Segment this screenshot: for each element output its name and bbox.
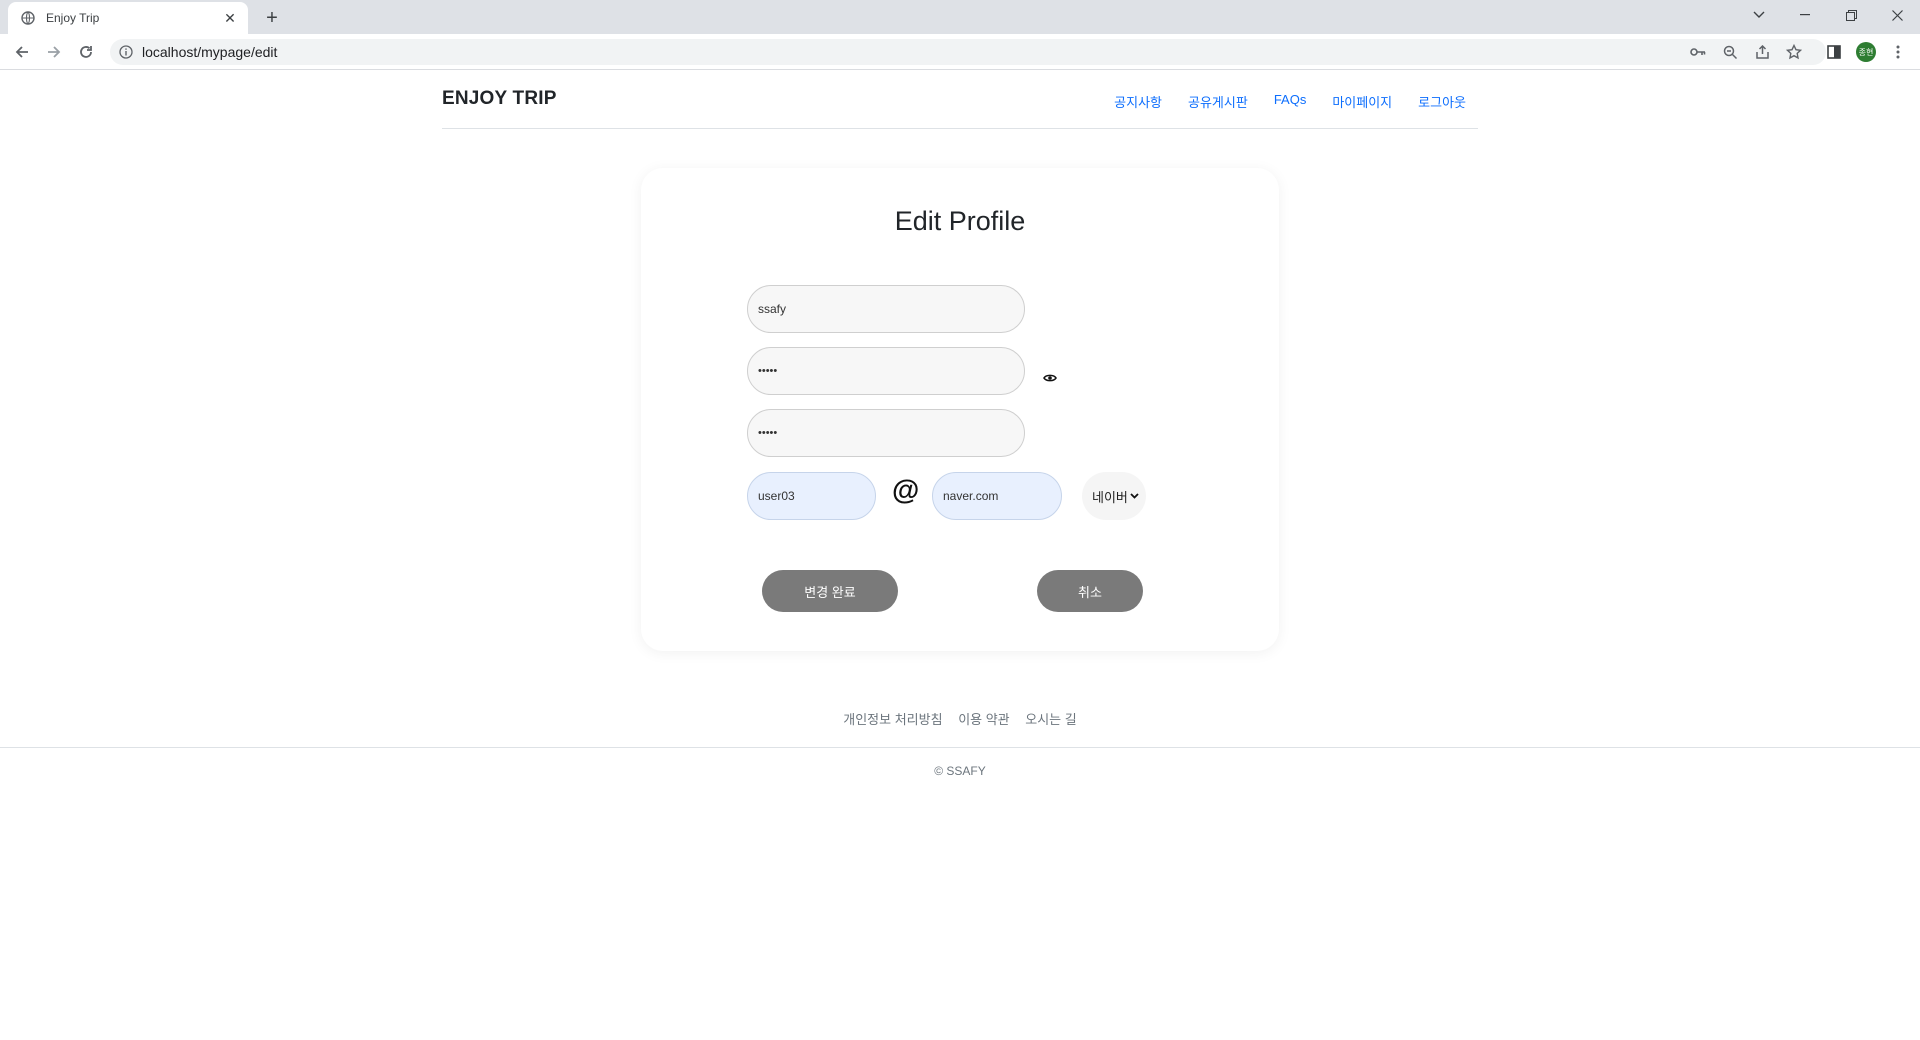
email-domain-select[interactable]: 네이버 — [1082, 472, 1146, 520]
user-id-field[interactable]: ssafy — [747, 285, 1025, 333]
back-icon[interactable] — [8, 38, 36, 66]
share-icon[interactable] — [1749, 39, 1775, 65]
forward-icon[interactable] — [40, 38, 68, 66]
email-id-field[interactable]: user03 — [747, 472, 876, 520]
page-title: Edit Profile — [894, 206, 1026, 236]
password-field[interactable]: ••••• — [747, 347, 1025, 395]
tab-close-icon[interactable]: ✕ — [222, 10, 238, 27]
key-icon[interactable] — [1685, 39, 1711, 65]
chevron-down-icon — [1130, 491, 1139, 502]
site-info-icon[interactable] — [118, 44, 134, 60]
tab-search-icon[interactable] — [1736, 0, 1782, 30]
menu-kebab-icon[interactable] — [1884, 38, 1912, 66]
minimize-icon[interactable] — [1782, 0, 1828, 30]
footer-link-privacy[interactable]: 개인정보 처리방침 — [843, 712, 942, 727]
cancel-button[interactable]: 취소 — [1037, 570, 1143, 612]
copyright: © SSAFY — [934, 764, 986, 778]
nav-board[interactable]: 공유게시판 — [1188, 92, 1248, 111]
nav-notice[interactable]: 공지사항 — [1114, 92, 1162, 111]
browser-tab-strip: Enjoy Trip ✕ + — [0, 0, 1920, 34]
footer-link-terms[interactable]: 이용 약관 — [958, 712, 1009, 727]
bookmark-star-icon[interactable] — [1781, 39, 1807, 65]
reload-icon[interactable] — [72, 38, 100, 66]
side-panel-icon[interactable] — [1820, 38, 1848, 66]
brand-logo[interactable]: ENJOY TRIP — [442, 88, 557, 110]
nav-mypage[interactable]: 마이페이지 — [1332, 92, 1392, 111]
email-domain-field[interactable]: naver.com — [932, 472, 1062, 520]
restore-icon[interactable] — [1828, 0, 1874, 30]
browser-toolbar: localhost/mypage/edit 종현 — [0, 34, 1920, 70]
password-confirm-field[interactable]: ••••• — [747, 409, 1025, 457]
eye-icon[interactable] — [1043, 373, 1057, 383]
footer-links: 개인정보 처리방침 이용 약관 오시는 길 — [0, 709, 1920, 728]
browser-tab[interactable]: Enjoy Trip ✕ — [8, 2, 248, 34]
main-nav: 공지사항 공유게시판 FAQs 마이페이지 로그아웃 — [1088, 92, 1466, 111]
close-window-icon[interactable] — [1874, 0, 1920, 30]
nav-logout[interactable]: 로그아웃 — [1418, 92, 1466, 111]
tab-title: Enjoy Trip — [46, 11, 100, 25]
url-text: localhost/mypage/edit — [142, 44, 278, 60]
select-value: 네이버 — [1092, 489, 1128, 505]
new-tab-button[interactable]: + — [258, 4, 286, 32]
at-sign: @ — [892, 474, 920, 505]
footer-link-directions[interactable]: 오시는 길 — [1025, 712, 1076, 727]
zoom-icon[interactable] — [1717, 39, 1743, 65]
site-header: ENJOY TRIP 공지사항 공유게시판 FAQs 마이페이지 로그아웃 — [442, 70, 1478, 129]
globe-icon — [20, 10, 36, 26]
address-bar[interactable]: localhost/mypage/edit — [110, 39, 1826, 65]
nav-faqs[interactable]: FAQs — [1274, 92, 1307, 111]
submit-button[interactable]: 변경 완료 — [762, 570, 898, 612]
footer-divider — [0, 747, 1920, 748]
profile-avatar[interactable]: 종현 — [1856, 42, 1876, 62]
